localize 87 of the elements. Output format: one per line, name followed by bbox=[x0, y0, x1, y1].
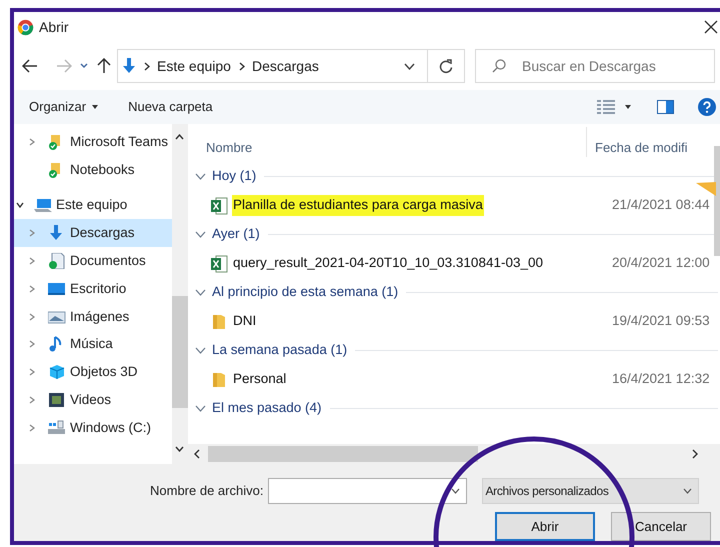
scrollbar-thumb[interactable] bbox=[208, 446, 478, 462]
chevron-right-icon[interactable] bbox=[28, 284, 36, 293]
drive-icon bbox=[48, 420, 66, 436]
scrollbar-thumb[interactable] bbox=[172, 296, 188, 408]
chevron-down-icon[interactable] bbox=[16, 201, 24, 210]
search-icon bbox=[492, 59, 506, 73]
sidebar-item[interactable]: Videos bbox=[14, 386, 172, 414]
chevron-right-icon[interactable] bbox=[28, 138, 36, 146]
file-name[interactable]: query_result_2021-04-20T10_10_03.310841-03_00 bbox=[232, 253, 544, 274]
corner-triangle-icon bbox=[696, 182, 716, 196]
picture-icon bbox=[48, 308, 66, 325]
chevron-right-icon[interactable] bbox=[28, 257, 36, 266]
column-header[interactable]: Fecha de modifi bbox=[595, 138, 688, 157]
file-date: 20/4/2021 12:00 bbox=[612, 254, 710, 272]
chevron-down-icon[interactable] bbox=[404, 62, 415, 70]
scroll-left-icon[interactable] bbox=[194, 449, 200, 459]
chevron-down-icon bbox=[683, 488, 692, 494]
open-button[interactable]: Abrir bbox=[495, 512, 595, 541]
sidebar-item[interactable]: Música bbox=[14, 330, 172, 358]
file-name[interactable]: DNI bbox=[232, 311, 258, 332]
file-date: 16/4/2021 12:32 bbox=[612, 370, 710, 388]
chevron-right-icon[interactable] bbox=[28, 396, 36, 404]
sidebar-item[interactable]: Objetos 3D bbox=[14, 358, 172, 386]
column-header[interactable]: Nombre bbox=[206, 138, 586, 157]
chevron-down-icon[interactable] bbox=[451, 488, 460, 494]
folder-icon bbox=[210, 371, 228, 388]
preview-pane-icon[interactable] bbox=[657, 100, 674, 114]
sidebar-item[interactable]: Imágenes bbox=[14, 302, 172, 331]
close-icon[interactable] bbox=[704, 20, 718, 34]
cancel-button[interactable]: Cancelar bbox=[611, 512, 711, 541]
organize-button[interactable]: Organizar bbox=[29, 97, 98, 117]
search-field[interactable]: Buscar en Descargas bbox=[475, 49, 715, 83]
up-arrow-icon[interactable] bbox=[97, 58, 111, 74]
cube-icon bbox=[48, 364, 66, 380]
address-bar[interactable]: Este equipo Descargas bbox=[117, 49, 428, 83]
caret-icon bbox=[92, 105, 98, 109]
chevron-right-icon bbox=[238, 62, 245, 70]
view-options-icon[interactable] bbox=[597, 100, 615, 114]
group-header[interactable]: La semana pasada (1) bbox=[212, 340, 348, 361]
download-arrow-icon bbox=[122, 58, 136, 74]
sidebar-item[interactable]: Escritorio bbox=[14, 274, 172, 303]
sidebar-item[interactable]: Este equipo bbox=[14, 192, 172, 220]
sidebar-item[interactable]: Notebooks bbox=[14, 156, 172, 184]
sidebar-item[interactable]: Documentos bbox=[14, 247, 172, 275]
spreadsheet-icon bbox=[210, 254, 228, 272]
sidebar-item[interactable]: Microsoft Teams bbox=[14, 128, 172, 156]
new-folder-button[interactable]: Nueva carpeta bbox=[128, 97, 213, 117]
desktop-icon bbox=[48, 280, 66, 297]
folder-icon bbox=[210, 313, 228, 330]
file-type-dropdown[interactable]: Archivos personalizados bbox=[482, 478, 700, 504]
group-header[interactable]: Ayer (1) bbox=[212, 224, 260, 245]
horizontal-scrollbar[interactable] bbox=[188, 444, 720, 464]
sidebar-item[interactable]: Descargas bbox=[14, 219, 172, 248]
filename-field[interactable] bbox=[268, 478, 468, 504]
group-header[interactable]: Hoy (1) bbox=[212, 166, 256, 187]
refresh-icon bbox=[439, 58, 453, 74]
file-name[interactable]: Personal bbox=[232, 369, 288, 390]
caret-icon[interactable] bbox=[625, 105, 631, 109]
group-header[interactable]: El mes pasado (4) bbox=[212, 398, 322, 419]
scrollbar[interactable] bbox=[172, 124, 188, 464]
chevron-right-icon[interactable] bbox=[28, 424, 36, 432]
field-label: Nombre de archivo: bbox=[150, 482, 264, 500]
file-name[interactable]: Planilla de estudiantes para carga masiva bbox=[232, 195, 484, 216]
refresh-button[interactable] bbox=[428, 49, 465, 83]
computer-icon bbox=[34, 197, 52, 214]
breadcrumb[interactable]: Este equipo bbox=[157, 56, 231, 76]
chevron-right-icon bbox=[144, 62, 150, 70]
document-icon bbox=[48, 253, 66, 270]
scroll-down-icon[interactable] bbox=[175, 446, 184, 452]
chevron-right-icon[interactable] bbox=[28, 368, 36, 376]
breadcrumb[interactable]: Descargas bbox=[252, 56, 319, 76]
scroll-up-icon[interactable] bbox=[175, 134, 184, 140]
back-arrow-icon[interactable] bbox=[22, 59, 38, 73]
chevron-right-icon[interactable] bbox=[28, 340, 36, 348]
sidebar-item[interactable]: Windows (C:) bbox=[14, 414, 172, 442]
file-date: 21/4/2021 08:44 bbox=[612, 196, 710, 214]
window-title: Abrir bbox=[39, 18, 69, 36]
chevron-right-icon[interactable] bbox=[28, 312, 36, 321]
group-header[interactable]: Al principio de esta semana (1) bbox=[212, 282, 398, 303]
browser-logo-icon bbox=[17, 18, 34, 36]
scroll-right-icon[interactable] bbox=[692, 449, 698, 459]
help-icon[interactable] bbox=[698, 98, 716, 116]
film-icon bbox=[48, 392, 66, 408]
chevron-right-icon[interactable] bbox=[28, 229, 36, 238]
spreadsheet-icon bbox=[210, 196, 228, 214]
scrollbar-thumb[interactable] bbox=[714, 146, 720, 256]
file-date: 19/4/2021 09:53 bbox=[612, 312, 710, 330]
